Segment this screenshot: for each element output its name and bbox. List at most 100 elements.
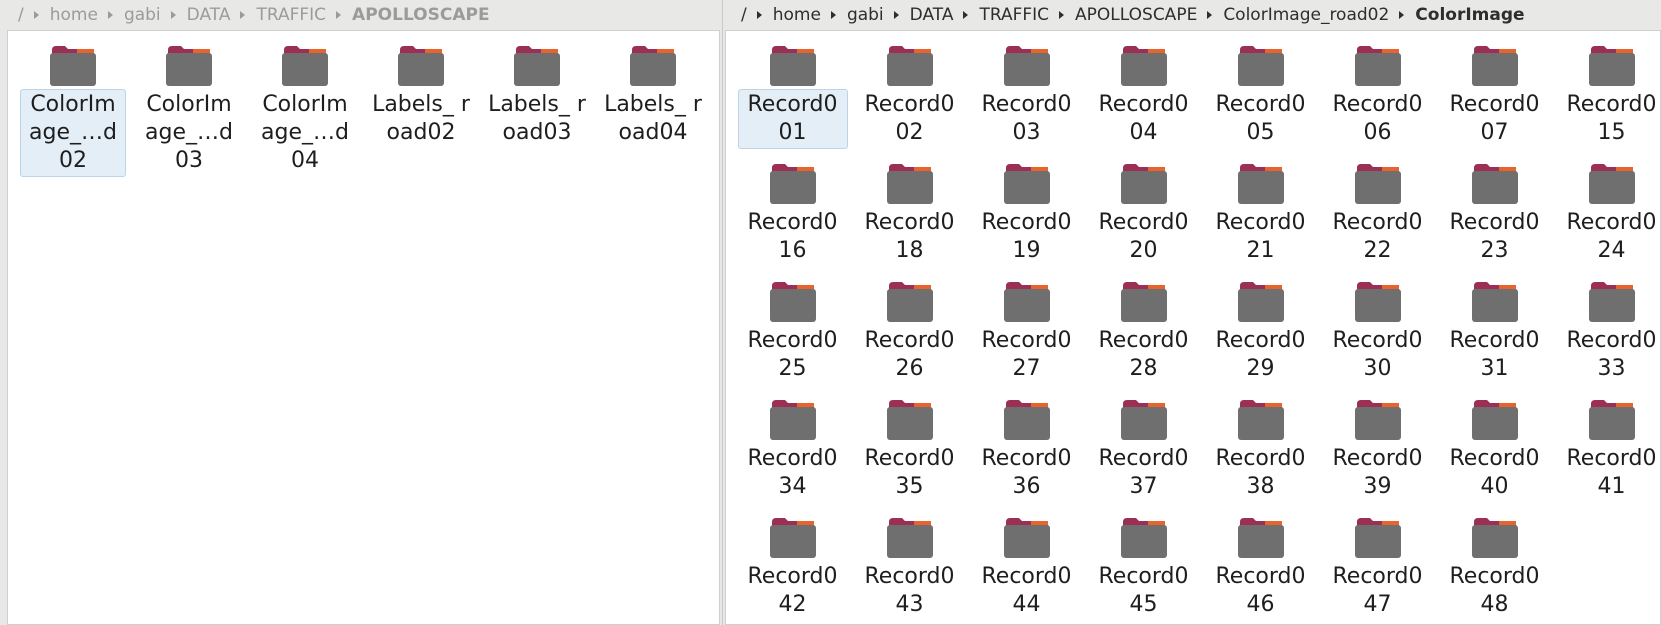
- folder-item[interactable]: ColorImage_…d02: [15, 31, 131, 177]
- folder-label: Record031: [1449, 328, 1540, 381]
- folder-item[interactable]: Record042: [734, 503, 851, 621]
- folder-item[interactable]: Record026: [851, 267, 968, 385]
- folder-icon: [1120, 159, 1168, 205]
- folder-icon: [886, 395, 934, 441]
- folder-item[interactable]: Record030: [1319, 267, 1436, 385]
- folder-item[interactable]: Record029: [1202, 267, 1319, 385]
- folder-icon: [769, 277, 817, 323]
- breadcrumb-item[interactable]: DATA: [906, 5, 958, 25]
- breadcrumb-item[interactable]: ColorImage: [1411, 5, 1528, 25]
- folder-item[interactable]: Record046: [1202, 503, 1319, 621]
- folder-item[interactable]: Record005: [1202, 31, 1319, 149]
- breadcrumb-separator-icon: [1399, 11, 1405, 19]
- folder-item[interactable]: Record006: [1319, 31, 1436, 149]
- folder-item[interactable]: Record033: [1553, 267, 1661, 385]
- folder-item[interactable]: Record036: [968, 385, 1085, 503]
- folder-icon: [1354, 395, 1402, 441]
- breadcrumb-item[interactable]: ColorImage_road02: [1219, 5, 1393, 25]
- folder-item[interactable]: Record020: [1085, 149, 1202, 267]
- folder-item[interactable]: ColorImage_…d03: [131, 31, 247, 173]
- folder-item[interactable]: Labels_ road04: [595, 31, 711, 149]
- folder-label: Record001: [737, 89, 848, 149]
- folder-item[interactable]: Record038: [1202, 385, 1319, 503]
- folder-item[interactable]: Record015: [1553, 31, 1661, 149]
- folder-icon: [1471, 41, 1519, 87]
- folder-icon: [1588, 277, 1636, 323]
- breadcrumb-item[interactable]: DATA: [183, 5, 235, 25]
- folder-item[interactable]: Record035: [851, 385, 968, 503]
- folder-label: Record047: [1332, 564, 1423, 617]
- folder-item[interactable]: Labels_ road03: [479, 31, 595, 149]
- folder-label: Record022: [1332, 210, 1423, 263]
- folder-label: Record039: [1332, 446, 1423, 499]
- folder-item[interactable]: Record007: [1436, 31, 1553, 149]
- folder-label: Record024: [1566, 210, 1657, 263]
- folder-item[interactable]: Record002: [851, 31, 968, 149]
- folder-label: Record020: [1098, 210, 1189, 263]
- folder-item[interactable]: Labels_ road02: [363, 31, 479, 149]
- folder-label: Record023: [1449, 210, 1540, 263]
- folder-item[interactable]: Record023: [1436, 149, 1553, 267]
- folder-grid: Record001 Record002 Record003 Record004 Reco…: [734, 31, 1661, 621]
- folder-item[interactable]: Record024: [1553, 149, 1661, 267]
- folder-item[interactable]: Record004: [1085, 31, 1202, 149]
- folder-item[interactable]: ColorImage_…d04: [247, 31, 363, 173]
- folder-item[interactable]: Record001: [734, 31, 851, 149]
- folder-item[interactable]: Record022: [1319, 149, 1436, 267]
- folder-item[interactable]: Record003: [968, 31, 1085, 149]
- folder-item[interactable]: Record031: [1436, 267, 1553, 385]
- folder-item[interactable]: Record019: [968, 149, 1085, 267]
- folder-icon: [1003, 513, 1051, 559]
- folder-item[interactable]: Record041: [1553, 385, 1661, 503]
- breadcrumb-item[interactable]: gabi: [120, 5, 165, 25]
- breadcrumb-item[interactable]: APOLLOSCAPE: [348, 5, 494, 25]
- folder-icon: [769, 513, 817, 559]
- folder-icon: [1237, 159, 1285, 205]
- folder-icon: [1354, 277, 1402, 323]
- folder-label: ColorImage_…d02: [20, 89, 126, 177]
- icon-view[interactable]: ColorImage_…d02 ColorImage_…d03 ColorImage…: [7, 30, 720, 625]
- folder-label: ColorImage_…d03: [145, 92, 233, 173]
- folder-label: Record026: [864, 328, 955, 381]
- folder-icon: [1003, 159, 1051, 205]
- folder-icon: [886, 277, 934, 323]
- folder-item[interactable]: Record048: [1436, 503, 1553, 621]
- folder-item[interactable]: Record044: [968, 503, 1085, 621]
- folder-item[interactable]: Record027: [968, 267, 1085, 385]
- folder-item[interactable]: Record021: [1202, 149, 1319, 267]
- folder-item[interactable]: Record040: [1436, 385, 1553, 503]
- folder-label: Record029: [1215, 328, 1306, 381]
- folder-icon: [1588, 41, 1636, 87]
- folder-item[interactable]: Record047: [1319, 503, 1436, 621]
- breadcrumb-item[interactable]: home: [769, 5, 825, 25]
- folder-item[interactable]: Record018: [851, 149, 968, 267]
- breadcrumb-item[interactable]: APOLLOSCAPE: [1071, 5, 1201, 25]
- folder-item[interactable]: Record028: [1085, 267, 1202, 385]
- folder-icon: [1237, 513, 1285, 559]
- folder-item[interactable]: Record043: [851, 503, 968, 621]
- folder-label: Labels_ road04: [604, 92, 702, 145]
- folder-item[interactable]: Record045: [1085, 503, 1202, 621]
- folder-label: Record048: [1449, 564, 1540, 617]
- folder-item[interactable]: Record039: [1319, 385, 1436, 503]
- breadcrumb-item[interactable]: home: [46, 5, 102, 25]
- icon-view[interactable]: Record001 Record002 Record003 Record004 Reco…: [725, 30, 1661, 625]
- folder-label: Record033: [1566, 328, 1657, 381]
- folder-item[interactable]: Record034: [734, 385, 851, 503]
- folder-item[interactable]: Record016: [734, 149, 851, 267]
- breadcrumb-separator-icon: [170, 11, 176, 19]
- folder-label: Record035: [864, 446, 955, 499]
- folder-label: Record019: [981, 210, 1072, 263]
- breadcrumb-separator-icon: [336, 11, 342, 19]
- folder-icon: [1354, 513, 1402, 559]
- breadcrumb-item[interactable]: TRAFFIC: [252, 5, 330, 25]
- breadcrumb-item[interactable]: TRAFFIC: [975, 5, 1053, 25]
- folder-icon: [513, 41, 561, 87]
- breadcrumb-item[interactable]: /: [14, 5, 28, 25]
- folder-item[interactable]: Record037: [1085, 385, 1202, 503]
- breadcrumb-separator-icon: [1207, 11, 1213, 19]
- folder-item[interactable]: Record025: [734, 267, 851, 385]
- folder-icon: [165, 41, 213, 87]
- breadcrumb-item[interactable]: gabi: [843, 5, 888, 25]
- breadcrumb-item[interactable]: /: [737, 5, 751, 25]
